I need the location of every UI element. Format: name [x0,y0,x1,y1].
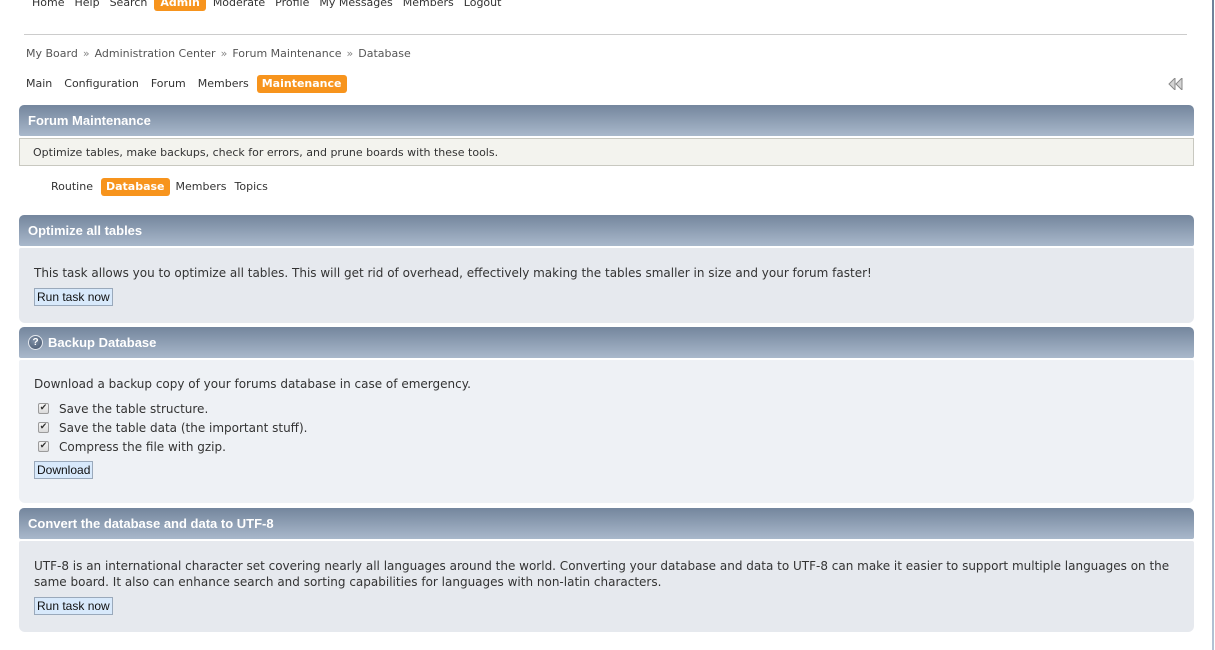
breadcrumb-database[interactable]: Database [358,47,411,60]
utf8-panel: UTF-8 is an international character set … [19,541,1194,632]
top-nav: Home Help Search Admin Moderate Profile … [32,0,506,11]
admin-nav-forum[interactable]: Forum [145,75,192,93]
breadcrumb-forum-maintenance[interactable]: Forum Maintenance [232,47,341,60]
gzip-checkbox-label: Compress the file with gzip. [59,439,226,454]
optimize-description: This task allows you to optimize all tab… [34,266,872,280]
download-button[interactable]: Download [34,461,94,479]
utf8-panel-header: Convert the database and data to UTF-8 [19,508,1194,539]
gzip-checkbox[interactable]: ✔ [38,441,49,452]
utf8-description: UTF-8 is an international character set … [34,559,1170,589]
utf8-panel-title: Convert the database and data to UTF-8 [28,516,274,531]
top-nav-search[interactable]: Search [105,0,153,11]
admin-nav-members[interactable]: Members [192,75,255,93]
admin-nav-main[interactable]: Main [26,75,58,93]
section-description: Optimize tables, make backups, check for… [19,138,1194,166]
admin-nav-configuration[interactable]: Configuration [58,75,145,93]
breadcrumb-administration-center[interactable]: Administration Center [95,47,216,60]
section-header: Forum Maintenance [19,105,1194,136]
top-nav-my-messages[interactable]: My Messages [314,0,397,11]
top-nav-profile[interactable]: Profile [270,0,314,11]
tab-members[interactable]: Members [172,178,231,196]
top-nav-help[interactable]: Help [69,0,104,11]
top-nav-admin[interactable]: Admin [154,0,206,11]
top-nav-moderate[interactable]: Moderate [208,0,270,11]
top-nav-logout[interactable]: Logout [459,0,507,11]
utf8-run-button[interactable]: Run task now [34,597,113,615]
breadcrumb-separator: » [82,47,90,60]
top-nav-members[interactable]: Members [398,0,459,11]
backup-option-gzip: ✔ Compress the file with gzip. [34,437,1179,456]
backup-panel-header: ? Backup Database [19,327,1194,358]
divider [24,34,1187,35]
admin-nav: Main Configuration Forum Members Mainten… [26,75,347,93]
structure-checkbox[interactable]: ✔ [38,403,49,414]
top-nav-home[interactable]: Home [32,0,69,11]
collapse-sidebar-button[interactable] [1167,77,1185,91]
double-chevron-left-icon [1168,78,1183,90]
breadcrumb-separator: » [346,47,354,60]
backup-option-structure: ✔ Save the table structure. [34,399,1179,418]
tab-topics[interactable]: Topics [231,178,272,196]
backup-option-data: ✔ Save the table data (the important stu… [34,418,1179,437]
breadcrumb: My Board » Administration Center » Forum… [26,47,411,60]
help-icon[interactable]: ? [28,335,43,350]
backup-panel-title: Backup Database [48,335,157,350]
optimize-panel-header: Optimize all tables [19,215,1194,246]
tab-routine[interactable]: Routine [51,178,97,196]
data-checkbox-label: Save the table data (the important stuff… [59,420,308,435]
optimize-run-button[interactable]: Run task now [34,288,113,306]
structure-checkbox-label: Save the table structure. [59,401,209,416]
window-edge [1212,0,1214,650]
breadcrumb-my-board[interactable]: My Board [26,47,78,60]
breadcrumb-separator: » [220,47,228,60]
optimize-panel: This task allows you to optimize all tab… [19,248,1194,323]
data-checkbox[interactable]: ✔ [38,422,49,433]
tab-database[interactable]: Database [100,178,170,196]
section-title: Forum Maintenance [28,113,151,128]
backup-panel: Download a backup copy of your forums da… [19,360,1194,503]
optimize-panel-title: Optimize all tables [28,223,143,238]
maintenance-tabs: Routine Database Members Topics [51,178,272,196]
admin-nav-maintenance[interactable]: Maintenance [256,75,347,93]
backup-description: Download a backup copy of your forums da… [34,377,471,391]
